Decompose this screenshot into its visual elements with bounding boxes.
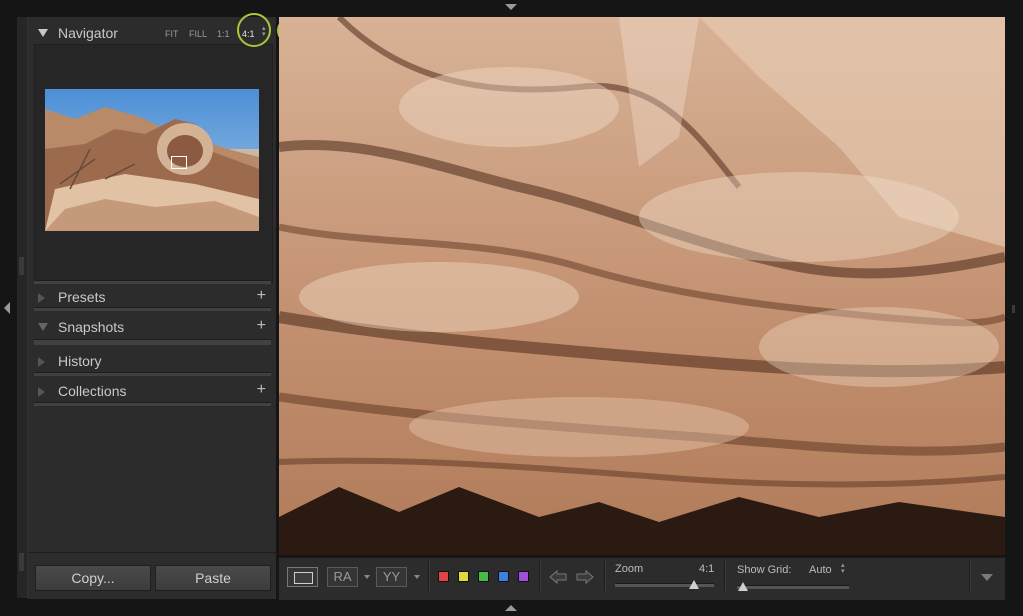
- callout-highlight-circle: [237, 13, 271, 47]
- yellow-label-swatch[interactable]: [458, 571, 469, 582]
- right-panel-toggle-icon[interactable]: [1012, 305, 1015, 313]
- show-grid-label: Show Grid:: [737, 564, 792, 576]
- purple-label-swatch[interactable]: [518, 571, 529, 582]
- compare-yy-dropdown-icon[interactable]: [414, 575, 420, 579]
- panel-divider: [34, 339, 271, 345]
- next-photo-arrow-icon[interactable]: [576, 569, 594, 585]
- grid-opacity-slider-track[interactable]: [737, 585, 849, 589]
- toolbar-divider: [539, 561, 541, 591]
- main-image-view[interactable]: [279, 17, 1005, 555]
- toolbar-options-dropdown-icon[interactable]: [981, 574, 993, 581]
- add-collection-plus-icon[interactable]: +: [257, 381, 266, 399]
- collections-header[interactable]: Collections +: [28, 378, 276, 404]
- copy-settings-button[interactable]: Copy...: [35, 565, 151, 591]
- left-panel-toggle-arrow-icon[interactable]: [4, 302, 10, 314]
- grid-opacity-slider-thumb[interactable]: [737, 582, 748, 591]
- navigator-title: Navigator: [58, 25, 118, 41]
- panel-divider: [34, 372, 271, 376]
- toolbar-divider: [724, 561, 726, 591]
- toolbar-divider: [428, 561, 430, 591]
- compare-ra-button[interactable]: RA: [327, 567, 358, 587]
- paste-settings-button[interactable]: Paste: [155, 565, 271, 591]
- history-title: History: [58, 353, 102, 369]
- top-panel-toggle-arrow-icon[interactable]: [505, 4, 517, 10]
- compare-ra-dropdown-icon[interactable]: [364, 575, 370, 579]
- snapshots-header[interactable]: Snapshots +: [28, 314, 276, 340]
- presets-title: Presets: [58, 289, 106, 305]
- panel-divider: [34, 402, 271, 406]
- panel-divider: [34, 307, 271, 311]
- zoom-option-fill[interactable]: FILL: [189, 29, 207, 39]
- navigator-view-rectangle[interactable]: [171, 156, 187, 169]
- history-header[interactable]: History: [28, 348, 276, 374]
- collapse-triangle-icon[interactable]: [38, 29, 48, 37]
- add-snapshot-plus-icon[interactable]: +: [257, 317, 266, 335]
- zoom-option-1-1[interactable]: 1:1: [217, 29, 230, 39]
- previous-photo-arrow-icon[interactable]: [549, 569, 567, 585]
- blue-label-swatch[interactable]: [498, 571, 509, 582]
- collapse-triangle-icon[interactable]: [38, 323, 48, 331]
- navigator-thumbnail[interactable]: [45, 89, 259, 231]
- show-grid-value[interactable]: Auto: [809, 564, 832, 576]
- loupe-view-button[interactable]: [287, 567, 318, 587]
- expand-triangle-icon[interactable]: [38, 387, 45, 397]
- loupe-icon: [294, 572, 313, 584]
- zoom-label: Zoom: [615, 563, 644, 575]
- show-grid-stepper-icon[interactable]: ▴ ▾: [841, 562, 845, 575]
- red-label-swatch[interactable]: [438, 571, 449, 582]
- panel-divider: [28, 552, 276, 553]
- toolbar-divider: [604, 561, 606, 591]
- zoom-value: 4:1: [699, 563, 715, 575]
- collections-title: Collections: [58, 383, 127, 399]
- green-label-swatch[interactable]: [478, 571, 489, 582]
- filmstrip-toggle-arrow-icon[interactable]: [505, 605, 517, 611]
- compare-yy-button[interactable]: YY: [376, 567, 407, 587]
- zoom-option-fit[interactable]: FIT: [165, 29, 179, 39]
- toolbar-divider: [969, 561, 971, 591]
- expand-triangle-icon[interactable]: [38, 357, 45, 367]
- scrollbar-grip[interactable]: [19, 553, 24, 571]
- add-preset-plus-icon[interactable]: +: [257, 287, 266, 305]
- scrollbar-grip[interactable]: [19, 257, 24, 275]
- snapshots-title: Snapshots: [58, 319, 125, 335]
- expand-triangle-icon[interactable]: [38, 293, 45, 303]
- zoom-slider-thumb[interactable]: [689, 580, 700, 589]
- left-panel-scrollbar[interactable]: [17, 17, 28, 598]
- left-panel: Navigator FIT FILL 1:1 4:1 ▴ ▾ Presets +…: [28, 17, 276, 599]
